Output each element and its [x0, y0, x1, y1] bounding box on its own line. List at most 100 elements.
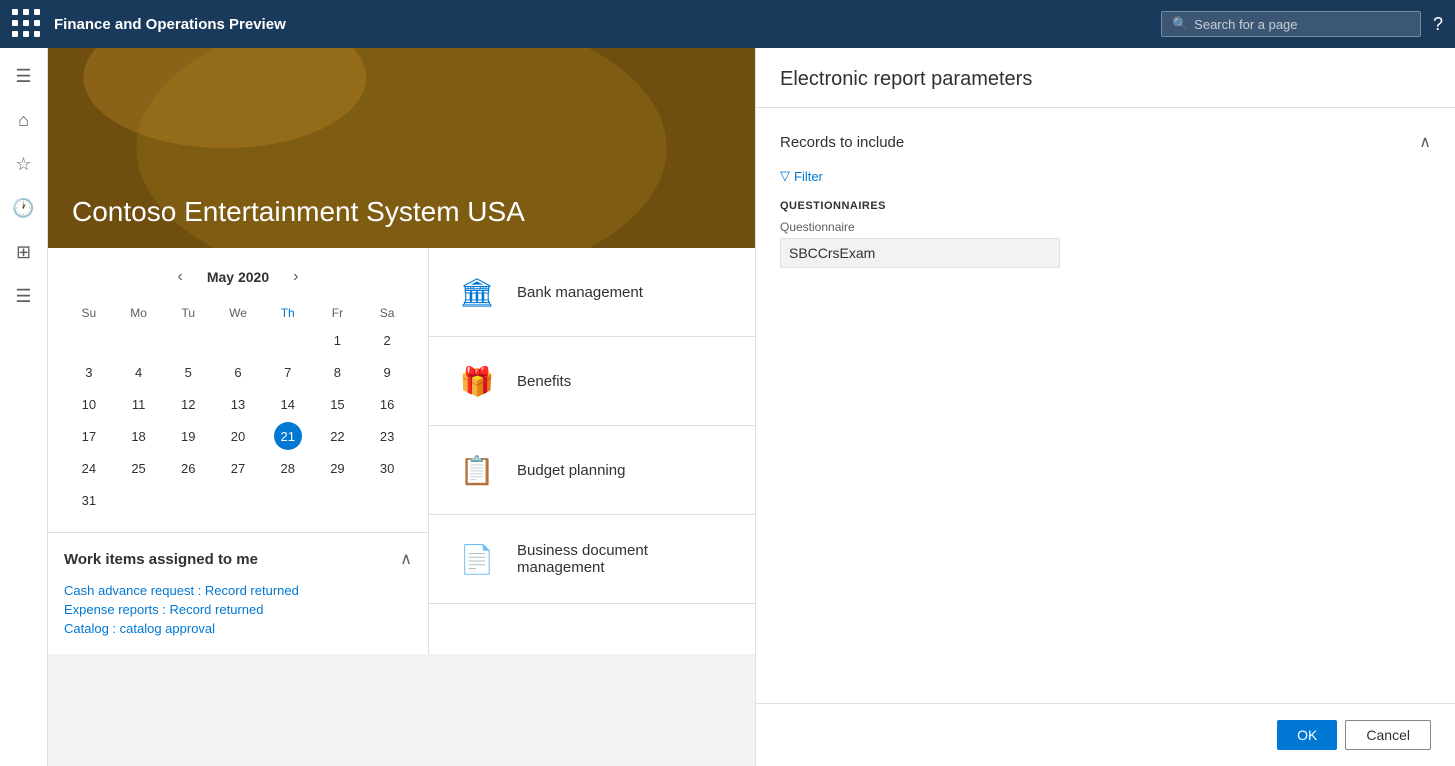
questionnaire-input[interactable]: [780, 238, 1060, 268]
day-header-tu: Tu: [163, 302, 213, 324]
calendar-day[interactable]: 22: [323, 422, 351, 450]
calendar-day[interactable]: 31: [75, 486, 103, 514]
dashboard-content: ‹ May 2020 › Su Mo Tu We Th Fr Sa: [48, 248, 755, 654]
ok-button[interactable]: OK: [1277, 720, 1337, 750]
work-items-header: Work items assigned to me ∧: [64, 549, 412, 569]
calendar-day[interactable]: 1: [323, 326, 351, 354]
calendar-month-year: May 2020: [207, 269, 269, 285]
benefits-icon: 🎁: [453, 357, 501, 405]
calendar-day[interactable]: 19: [174, 422, 202, 450]
calendar-day[interactable]: 10: [75, 390, 103, 418]
dashboard-icon[interactable]: ⊞: [4, 232, 44, 272]
calendar-day[interactable]: 15: [323, 390, 351, 418]
panel-body: Records to include ∧ ▽ Filter QUESTIONNA…: [756, 108, 1455, 703]
calendar-day[interactable]: 25: [125, 454, 153, 482]
questionnaires-section-label: QUESTIONNAIRES: [780, 200, 1431, 212]
recent-icon[interactable]: 🕐: [4, 188, 44, 228]
day-header-fr: Fr: [313, 302, 363, 324]
help-icon[interactable]: ?: [1433, 14, 1443, 35]
tile-benefits[interactable]: 🎁 Benefits: [429, 337, 755, 426]
bank-management-icon: 🏛: [453, 268, 501, 316]
business-document-icon: 📄: [453, 535, 501, 583]
calendar-days: 1234567891011121314151617181920212223242…: [64, 324, 412, 516]
calendar-day[interactable]: 11: [125, 390, 153, 418]
hamburger-icon[interactable]: ☰: [4, 56, 44, 96]
records-collapse-icon[interactable]: ∧: [1419, 132, 1431, 152]
calendar-day[interactable]: 2: [373, 326, 401, 354]
search-input[interactable]: [1194, 17, 1410, 32]
budget-planning-icon: 📋: [453, 446, 501, 494]
calendar-day[interactable]: 26: [174, 454, 202, 482]
search-bar[interactable]: 🔍: [1161, 11, 1421, 37]
calendar-day[interactable]: 28: [274, 454, 302, 482]
home-icon[interactable]: ⌂: [4, 100, 44, 140]
calendar-day[interactable]: 18: [125, 422, 153, 450]
tile-business-document[interactable]: 📄 Business document management: [429, 515, 755, 604]
prev-month-button[interactable]: ‹: [170, 264, 191, 290]
calendar-day[interactable]: 5: [174, 358, 202, 386]
work-items-collapse-icon[interactable]: ∧: [400, 549, 412, 569]
calendar-day[interactable]: 9: [373, 358, 401, 386]
work-items-section: Work items assigned to me ∧ Cash advance…: [48, 532, 428, 654]
calendar-day: [125, 326, 153, 354]
calendar-day[interactable]: 14: [274, 390, 302, 418]
records-section-header: Records to include ∧: [780, 132, 1431, 152]
top-navigation: Finance and Operations Preview 🔍 ?: [0, 0, 1455, 48]
left-column: ‹ May 2020 › Su Mo Tu We Th Fr Sa: [48, 248, 428, 654]
calendar-day[interactable]: 29: [323, 454, 351, 482]
next-month-button[interactable]: ›: [285, 264, 306, 290]
filter-button[interactable]: ▽ Filter: [780, 168, 1431, 184]
work-item-link[interactable]: Expense reports : Record returned: [64, 600, 412, 619]
day-header-th: Th: [263, 302, 313, 324]
content-area: Contoso Entertainment System USA ‹ May 2…: [48, 48, 755, 766]
right-panel: Electronic report parameters Records to …: [755, 48, 1455, 766]
budget-planning-label: Budget planning: [517, 462, 625, 479]
filter-icon: ▽: [780, 168, 790, 184]
calendar-day[interactable]: 27: [224, 454, 252, 482]
work-items-title: Work items assigned to me: [64, 551, 258, 568]
bank-management-label: Bank management: [517, 284, 643, 301]
work-item-link[interactable]: Cash advance request : Record returned: [64, 581, 412, 600]
cancel-button[interactable]: Cancel: [1345, 720, 1431, 750]
calendar-day: [274, 326, 302, 354]
benefits-label: Benefits: [517, 373, 571, 390]
app-grid-icon[interactable]: [12, 9, 42, 39]
panel-title: Electronic report parameters: [756, 48, 1455, 108]
calendar-day[interactable]: 8: [323, 358, 351, 386]
calendar-section: ‹ May 2020 › Su Mo Tu We Th Fr Sa: [48, 248, 428, 532]
calendar-day[interactable]: 23: [373, 422, 401, 450]
filter-label[interactable]: Filter: [794, 169, 823, 184]
calendar-day[interactable]: 16: [373, 390, 401, 418]
calendar-day[interactable]: 13: [224, 390, 252, 418]
tiles-section: 🏛 Bank management 🎁 Benefits 📋 Budget plannin…: [428, 248, 755, 654]
panel-footer: OK Cancel: [756, 703, 1455, 766]
day-header-su: Su: [64, 302, 114, 324]
calendar-day: [174, 326, 202, 354]
search-icon: 🔍: [1172, 16, 1188, 32]
calendar-day[interactable]: 24: [75, 454, 103, 482]
main-container: ☰ ⌂ ☆ 🕐 ⊞ ☰ Contoso Entertainment System…: [0, 48, 1455, 766]
calendar-day[interactable]: 17: [75, 422, 103, 450]
tasks-icon[interactable]: ☰: [4, 276, 44, 316]
hero-banner: Contoso Entertainment System USA: [48, 48, 755, 248]
questionnaire-field: Questionnaire: [780, 220, 1431, 268]
calendar-day[interactable]: 12: [174, 390, 202, 418]
calendar-day-headers: Su Mo Tu We Th Fr Sa: [64, 302, 412, 324]
favorites-icon[interactable]: ☆: [4, 144, 44, 184]
day-header-mo: Mo: [114, 302, 164, 324]
app-title: Finance and Operations Preview: [54, 16, 1149, 33]
calendar-day[interactable]: 3: [75, 358, 103, 386]
business-document-label: Business document management: [517, 542, 731, 576]
calendar-header: ‹ May 2020 ›: [64, 264, 412, 290]
calendar-day[interactable]: 6: [224, 358, 252, 386]
work-item-link[interactable]: Catalog : catalog approval: [64, 619, 412, 638]
tile-budget-planning[interactable]: 📋 Budget planning: [429, 426, 755, 515]
calendar-day: [224, 326, 252, 354]
day-header-we: We: [213, 302, 263, 324]
calendar-day[interactable]: 4: [125, 358, 153, 386]
tile-bank-management[interactable]: 🏛 Bank management: [429, 248, 755, 337]
calendar-day[interactable]: 30: [373, 454, 401, 482]
calendar-day[interactable]: 7: [274, 358, 302, 386]
calendar-day[interactable]: 21: [274, 422, 302, 450]
calendar-day[interactable]: 20: [224, 422, 252, 450]
